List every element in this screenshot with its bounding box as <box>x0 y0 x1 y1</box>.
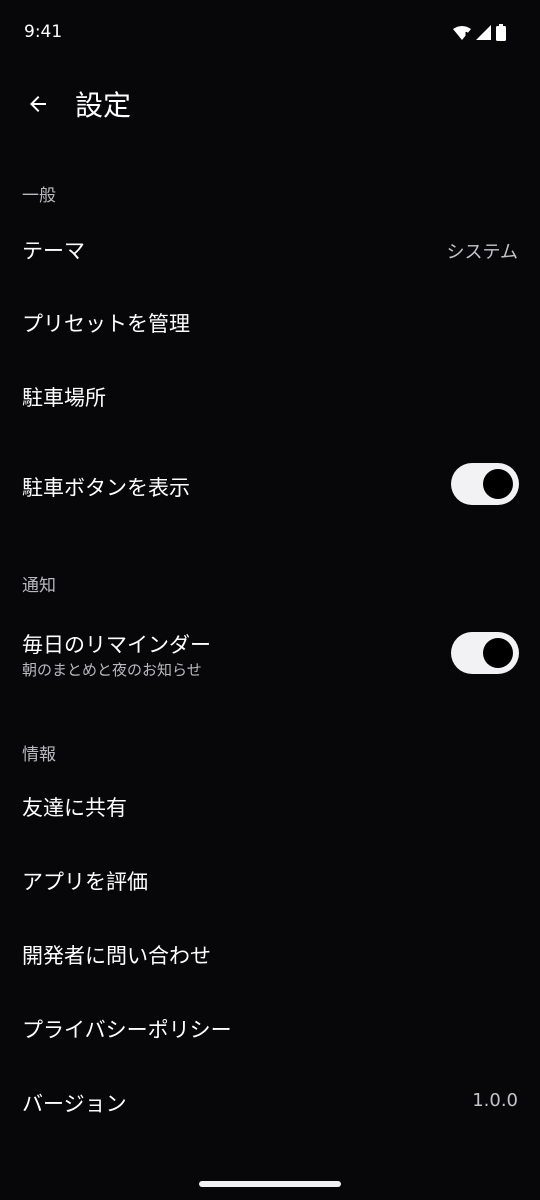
row-label: バージョン <box>22 1092 127 1116</box>
app-bar: 設定 <box>0 76 540 138</box>
row-label: プライバシーポリシー <box>22 1018 232 1042</box>
settings-row-rate-app[interactable]: アプリを評価 <box>0 844 540 918</box>
settings-row-share[interactable]: 友達に共有 <box>0 770 540 844</box>
status-icons <box>453 24 506 41</box>
section-header-general: 一般 <box>22 186 56 206</box>
settings-row-privacy-policy[interactable]: プライバシーポリシー <box>0 992 540 1066</box>
version-value: 1.0.0 <box>472 1090 518 1111</box>
status-time: 9:41 <box>24 22 63 42</box>
settings-row-version[interactable]: バージョン 1.0.0 <box>0 1066 540 1140</box>
row-label: テーマ <box>22 239 85 263</box>
settings-row-manage-presets[interactable]: プリセットを管理 <box>0 286 540 360</box>
page-title: 設定 <box>75 89 132 122</box>
settings-row-parking-location[interactable]: 駐車場所 <box>0 360 540 434</box>
settings-row-theme[interactable]: テーマ システム <box>0 212 540 286</box>
section-header-info: 情報 <box>22 745 56 765</box>
theme-value: システム <box>446 242 518 263</box>
row-label: 開発者に問い合わせ <box>22 944 211 968</box>
settings-row-daily-reminder[interactable]: 毎日のリマインダー 朝のまとめと夜のお知らせ <box>0 606 540 702</box>
toggle-thumb <box>483 469 513 499</box>
row-label: 毎日のリマインダー <box>22 633 211 657</box>
section-header-notifications: 通知 <box>22 576 56 596</box>
row-subtitle: 朝のまとめと夜のお知らせ <box>22 661 202 679</box>
show-parking-button-toggle[interactable] <box>451 463 519 505</box>
row-label: プリセットを管理 <box>22 312 190 336</box>
cellular-signal-icon <box>476 25 491 40</box>
row-label: 駐車場所 <box>22 386 106 410</box>
toggle-thumb <box>483 638 513 668</box>
wifi-icon <box>453 25 471 40</box>
row-label: 駐車ボタンを表示 <box>22 476 190 500</box>
settings-row-contact-developer[interactable]: 開発者に問い合わせ <box>0 918 540 992</box>
battery-icon <box>496 24 506 41</box>
arrow-back-icon <box>26 92 50 120</box>
status-bar: 9:41 <box>0 0 540 64</box>
row-label: 友達に共有 <box>22 796 127 820</box>
gesture-nav-handle[interactable] <box>199 1181 341 1187</box>
settings-row-show-parking-button[interactable]: 駐車ボタンを表示 <box>0 440 540 530</box>
daily-reminder-toggle[interactable] <box>451 632 519 674</box>
back-button[interactable] <box>16 84 60 128</box>
row-label: アプリを評価 <box>22 870 148 894</box>
